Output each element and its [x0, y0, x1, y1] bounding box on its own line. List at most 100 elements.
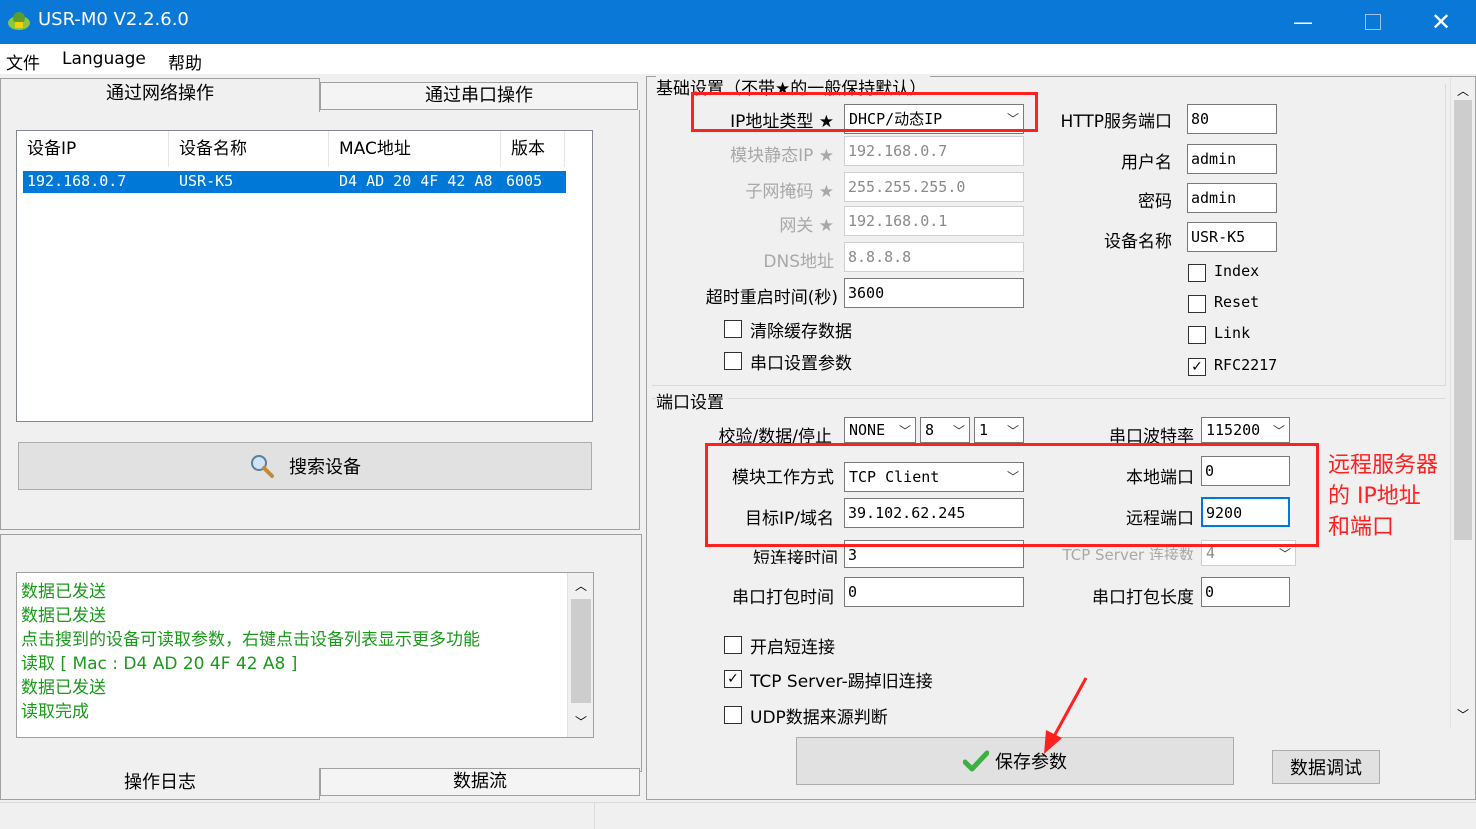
device-name-input[interactable]: USR-K5	[1187, 222, 1277, 252]
chevron-down-icon: ﹀	[898, 424, 911, 438]
data-bits-select[interactable]: 8 ﹀	[920, 417, 970, 443]
annotation-line: 远程服务器	[1328, 453, 1439, 478]
row-ip: 192.168.0.7	[27, 172, 127, 190]
short-conn-checkbox[interactable]	[724, 636, 742, 654]
baud-value: 115200	[1206, 421, 1261, 439]
col-device-ip[interactable]: 设备IP	[17, 131, 169, 167]
kick-old-checkbox[interactable]: ✓	[724, 670, 742, 688]
udp-source-checkbox[interactable]	[724, 706, 742, 724]
ip-type-highlight	[691, 92, 1038, 132]
annotation-line: 和端口	[1328, 515, 1395, 540]
search-device-button[interactable]: 搜索设备	[18, 442, 592, 490]
title-bar: USR-M0 V2.2.6.0 — ✕	[0, 0, 1476, 44]
clear-cache-checkbox[interactable]	[724, 320, 742, 338]
maximize-icon[interactable]	[1338, 0, 1408, 44]
table-row[interactable]: 192.168.0.7 USR-K5 D4 AD 20 4F 42 A8 600…	[23, 171, 566, 193]
index-label: Index	[1214, 262, 1260, 280]
chevron-up-icon[interactable]: ︿	[575, 577, 587, 594]
timeout-label: 超时重启时间(秒)	[705, 288, 838, 308]
serial-param-checkbox[interactable]	[724, 352, 742, 370]
window-title: USR-M0 V2.2.6.0	[38, 9, 189, 30]
tab-dataflow[interactable]: 数据流	[320, 768, 640, 796]
menu-help[interactable]: 帮助	[168, 49, 202, 74]
minimize-icon[interactable]: —	[1268, 0, 1338, 44]
timeout-input[interactable]: 3600	[844, 278, 1024, 308]
tab-serial[interactable]: 通过串口操作	[320, 82, 638, 110]
baud-select[interactable]: 115200 ﹀	[1201, 417, 1290, 443]
search-device-label: 搜索设备	[289, 457, 361, 478]
static-ip-label: 模块静态IP ★	[730, 146, 834, 166]
col-version[interactable]: 版本	[501, 131, 565, 167]
username-input[interactable]: admin	[1187, 144, 1277, 174]
gateway-input[interactable]: 192.168.0.1	[844, 206, 1024, 236]
password-label: 密码	[1138, 192, 1172, 212]
dns-input[interactable]: 8.8.8.8	[844, 242, 1024, 272]
pack-len-label: 串口打包长度	[1092, 588, 1194, 608]
chevron-down-icon[interactable]: ﹀	[575, 713, 587, 730]
http-port-input[interactable]: 80	[1187, 104, 1277, 134]
serial-param-label: 串口设置参数	[750, 354, 852, 374]
gateway-label: 网关 ★	[779, 216, 834, 236]
data-debug-button[interactable]: 数据调试	[1272, 750, 1380, 784]
device-list[interactable]: 设备IP 设备名称 MAC地址 版本 192.168.0.7 USR-K5 D4…	[16, 130, 593, 422]
chevron-up-icon[interactable]: ︿	[1457, 82, 1469, 99]
log-line: 数据已发送	[21, 678, 106, 698]
search-icon	[251, 455, 274, 478]
col-mac[interactable]: MAC地址	[329, 131, 501, 167]
device-name-label: 设备名称	[1104, 232, 1172, 252]
log-area[interactable]: 数据已发送 数据已发送 点击搜到的设备可读取参数，右键点击设备列表显示更多功能 …	[16, 572, 594, 738]
menu-language[interactable]: Language	[62, 49, 146, 69]
app-icon	[8, 12, 30, 30]
log-scroll-thumb[interactable]	[571, 599, 591, 703]
rfc2217-checkbox[interactable]: ✓	[1188, 358, 1206, 376]
log-line: 数据已发送	[21, 606, 106, 626]
static-ip-input[interactable]: 192.168.0.7	[844, 136, 1024, 166]
short-conn-time-label: 短连接时间	[753, 549, 838, 564]
subnet-mask-input[interactable]: 255.255.255.0	[844, 172, 1024, 202]
log-line: 数据已发送	[21, 582, 106, 602]
pack-len-input[interactable]: 0	[1201, 577, 1290, 607]
col-device-name[interactable]: 设备名称	[169, 131, 329, 167]
menu-bar: 文件 Language 帮助	[0, 44, 1476, 74]
index-checkbox[interactable]	[1188, 264, 1206, 282]
chevron-down-icon: ﹀	[1272, 424, 1285, 438]
annotation-text: 远程服务器 的 IP地址 和端口	[1328, 450, 1438, 543]
password-input[interactable]: admin	[1187, 183, 1277, 213]
row-mac: D4 AD 20 4F 42 A8	[339, 172, 493, 190]
subnet-mask-label: 子网掩码 ★	[745, 182, 834, 202]
row-name: USR-K5	[179, 172, 234, 190]
stop-bits-value: 1	[979, 421, 989, 439]
left-panel: 通过网络操作 通过串口操作 设备IP 设备名称 MAC地址 版本 192.168…	[0, 78, 644, 800]
log-line: 点击搜到的设备可读取参数，右键点击设备列表显示更多功能	[21, 630, 480, 650]
annotation-line: 的 IP地址	[1328, 484, 1421, 509]
log-line: 读取 [ Mac : D4 AD 20 4F 42 A8 ]	[21, 654, 298, 674]
username-label: 用户名	[1121, 153, 1172, 173]
port-group-title: 端口设置	[656, 388, 728, 413]
link-label: Link	[1214, 324, 1251, 342]
reset-checkbox[interactable]	[1188, 295, 1206, 313]
chevron-down-icon[interactable]: ﹀	[1457, 706, 1469, 723]
save-params-button[interactable]: 保存参数	[796, 737, 1234, 785]
pack-time-label: 串口打包时间	[732, 588, 834, 608]
settings-scroll-thumb[interactable]	[1454, 100, 1472, 540]
pack-time-input[interactable]: 0	[844, 577, 1024, 607]
log-scrollbar[interactable]: ︿ ﹀	[567, 573, 593, 737]
annotation-arrow-icon	[1044, 677, 1088, 754]
log-line: 读取完成	[21, 702, 89, 722]
menu-file[interactable]: 文件	[6, 49, 40, 74]
parity-select[interactable]: NONE ﹀	[844, 417, 916, 443]
kick-old-label: TCP Server-踢掉旧连接	[750, 672, 933, 692]
tab-network[interactable]: 通过网络操作	[0, 78, 320, 112]
reset-label: Reset	[1214, 293, 1260, 311]
data-bits-value: 8	[925, 421, 935, 439]
stop-bits-select[interactable]: 1 ﹀	[974, 417, 1024, 443]
settings-scrollbar[interactable]: ︿ ﹀	[1450, 78, 1474, 728]
dns-label: DNS地址	[763, 252, 834, 272]
chevron-down-icon: ﹀	[1006, 424, 1019, 438]
link-checkbox[interactable]	[1188, 326, 1206, 344]
checkmark-icon	[963, 750, 989, 772]
clear-cache-label: 清除缓存数据	[750, 322, 852, 342]
short-conn-label: 开启短连接	[750, 638, 835, 658]
close-icon[interactable]: ✕	[1406, 0, 1476, 44]
tab-log[interactable]: 操作日志	[0, 768, 320, 800]
